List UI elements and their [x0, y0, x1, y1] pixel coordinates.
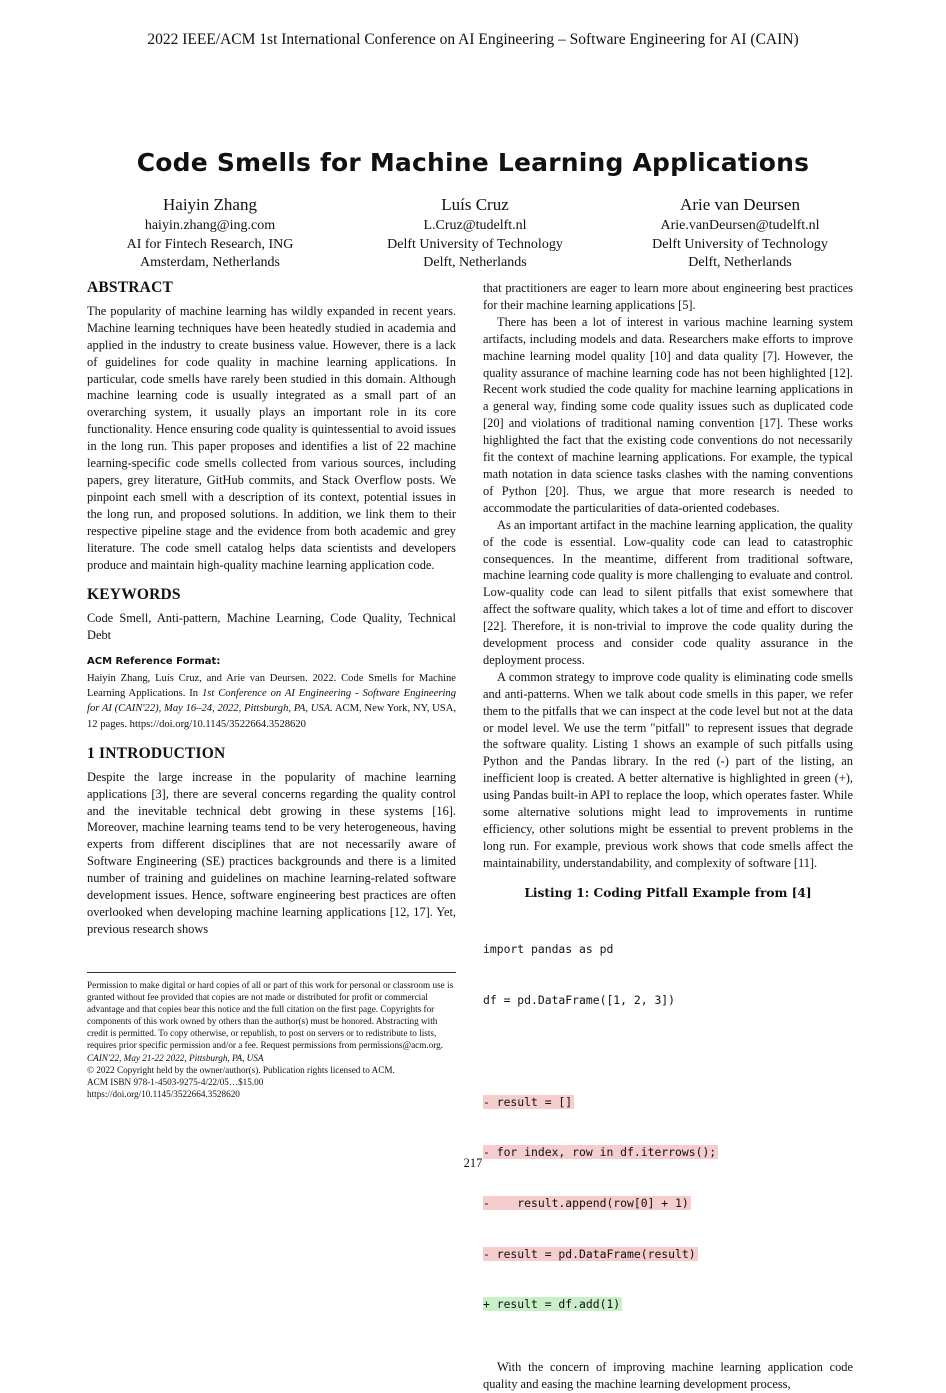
- author-location: Amsterdam, Netherlands: [140, 255, 280, 270]
- author-email: Arie.vanDeursen@tudelft.nl: [660, 218, 820, 233]
- acm-reference-text: Haiyin Zhang, Luís Cruz, and Arie van De…: [87, 671, 456, 732]
- footnote-permission: Permission to make digital or hard copie…: [87, 980, 454, 1051]
- body-paragraph: There has been a lot of interest in vari…: [483, 314, 853, 515]
- paper-title: Code Smells for Machine Learning Applica…: [136, 148, 810, 177]
- author-1: Haiyin Zhang haiyin.zhang@ing.com AI for…: [80, 195, 340, 273]
- abstract-heading: ABSTRACT: [87, 279, 174, 296]
- introduction-heading: 1 INTRODUCTION: [87, 744, 226, 762]
- abstract-text: The popularity of machine learning has w…: [87, 303, 456, 572]
- keywords-text: Code Smell, Anti-pattern, Machine Learni…: [87, 611, 456, 643]
- author-block: Haiyin Zhang haiyin.zhang@ing.com AI for…: [80, 195, 870, 273]
- author-name: Haiyin Zhang: [163, 195, 257, 214]
- footnote-isbn: ACM ISBN 978-1-4503-9275-4/22/05…$15.00: [87, 1076, 264, 1087]
- body-paragraph: With the concern of improving machine le…: [483, 1360, 853, 1392]
- author-affiliation: Delft University of Technology: [652, 236, 828, 252]
- author-3: Arie van Deursen Arie.vanDeursen@tudelft…: [610, 195, 870, 273]
- footnote-copyright: © 2022 Copyright held by the owner/autho…: [87, 1064, 395, 1075]
- footnote-doi: https://doi.org/10.1145/3522664.3528620: [87, 1088, 240, 1099]
- author-affiliation: AI for Fintech Research, ING: [126, 236, 294, 252]
- author-affiliation: Delft University of Technology: [387, 236, 563, 252]
- author-name: Arie van Deursen: [680, 195, 800, 214]
- body-paragraph: As an important artifact in the machine …: [483, 517, 853, 667]
- author-location: Delft, Netherlands: [423, 255, 527, 270]
- code-line: import pandas as pd: [483, 942, 614, 957]
- introduction-paragraph: Despite the large increase in the popula…: [87, 769, 456, 936]
- listing-caption: Listing 1: Coding Pitfall Example from […: [524, 885, 812, 900]
- footnote-venue: CAIN'22, May 21-22 2022, Pittsburgh, PA,…: [87, 1052, 264, 1063]
- author-email: L.Cruz@tudelft.nl: [423, 218, 527, 233]
- conference-header: 2022 IEEE/ACM 1st International Conferen…: [147, 31, 799, 48]
- author-2: Luís Cruz L.Cruz@tudelft.nl Delft Univer…: [345, 195, 605, 273]
- page-number: 217: [463, 1156, 483, 1170]
- acm-reference-heading: ACM Reference Format:: [87, 656, 221, 668]
- code-line-removed: - result.append(row[0] + 1): [483, 1196, 691, 1211]
- body-paragraph: A common strategy to improve code qualit…: [483, 669, 853, 870]
- code-listing: import pandas as pd df = pd.DataFrame([1…: [483, 908, 853, 1348]
- code-line: df = pd.DataFrame([1, 2, 3]): [483, 993, 676, 1008]
- keywords-heading: KEYWORDS: [87, 586, 181, 604]
- body-paragraph: that practitioners are eager to learn mo…: [483, 281, 853, 312]
- author-email: haiyin.zhang@ing.com: [144, 218, 276, 233]
- author-name: Luís Cruz: [441, 195, 509, 214]
- left-column: ABSTRACT The popularity of machine learn…: [87, 279, 456, 938]
- permission-footnote: Permission to make digital or hard copie…: [87, 972, 456, 1100]
- code-line-added: + result = df.add(1): [483, 1297, 623, 1312]
- code-line-removed: - result = pd.DataFrame(result): [483, 1246, 698, 1261]
- author-location: Delft, Netherlands: [688, 255, 792, 270]
- code-line-removed: - result = []: [483, 1094, 575, 1109]
- right-column: that practitioners are eager to learn mo…: [483, 280, 853, 1393]
